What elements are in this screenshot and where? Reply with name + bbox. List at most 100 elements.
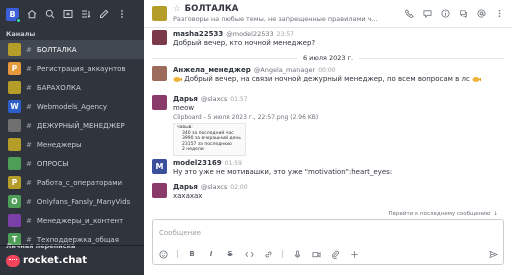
avatar[interactable] (152, 95, 167, 110)
message-composer: B I S (152, 219, 504, 265)
date-separator: 6 июля 2023 г. (152, 53, 504, 63)
kebab-menu-icon[interactable] (116, 9, 127, 20)
avatar[interactable] (152, 66, 167, 81)
create-new-icon[interactable] (349, 249, 359, 259)
sidebar-channel-item[interactable]: # ОПРОСЫ (0, 154, 144, 173)
sidebar-channel-item[interactable]: # Менеджеры_и_контент (0, 211, 144, 230)
message: Дарья @slaxcs 02:00 хахахах (152, 183, 504, 200)
microphone-icon[interactable] (292, 249, 302, 259)
message-text: Добрый вечер, кто ночной менеджер? (173, 39, 316, 47)
user-avatar[interactable]: B (6, 7, 21, 23)
sidebar-channel-item[interactable]: # БОЛТАЛКА (0, 40, 144, 59)
date-separator-label: 6 июля 2023 г. (302, 54, 354, 62)
message-text: хахахах (173, 192, 203, 200)
hash-icon: # (26, 140, 32, 149)
message-list[interactable]: masha22533 @model22533 23:57 Добрый вечер,… (144, 28, 512, 218)
at-mentions-icon[interactable] (476, 9, 486, 19)
message-input[interactable] (153, 220, 503, 246)
hash-icon: # (26, 197, 32, 206)
directory-icon[interactable] (62, 9, 73, 20)
sidebar-channel-label: ДЕЖУРНЫЙ_МЕНЕДЖЕР (36, 121, 125, 130)
video-icon[interactable] (311, 249, 321, 259)
avatar[interactable] (152, 183, 167, 198)
message: Анжела_менеджер @Angela_manager 00:00 Добр… (152, 66, 504, 83)
sidebar-channel-item[interactable]: # ДЕЖУРНЫЙ_МЕНЕДЖЕР (0, 116, 144, 135)
sidebar-channel-item[interactable]: W # Webmodels_Agency (0, 97, 144, 116)
call-icon[interactable] (404, 9, 414, 19)
sidebar-channel-item[interactable]: # Менеджеры (0, 135, 144, 154)
attachment-meta[interactable]: Clipboard - 5 июля 2023 г., 22:57.png (2… (173, 114, 504, 121)
hash-icon: # (26, 64, 32, 73)
hash-icon: # (26, 159, 32, 168)
sidebar-channel-item[interactable]: O # Onlyfans_Fansly_ManyVids (0, 192, 144, 211)
sidebar-channel-label: ОПРОСЫ (36, 159, 69, 168)
attachment-text-line: 2 недели (182, 147, 204, 152)
sidebar-channel-label: БАРАХОЛКА (36, 83, 81, 92)
sidebar-channel-item[interactable]: P # Работа_с_операторами (0, 173, 144, 192)
message-time: 01:57 (230, 96, 248, 103)
attachment-image[interactable]: чавыв: 340 за последний час 3990 за вчераш… (173, 123, 246, 156)
avatar[interactable]: M (152, 159, 167, 174)
channels-section-label: Каналы (6, 30, 36, 38)
status-online-dot (16, 17, 21, 23)
message-time: 00:00 (318, 67, 336, 74)
jump-to-recent[interactable]: Перейти к последнему сообщению ↓ (144, 209, 512, 219)
message-author[interactable]: model23169 (173, 159, 222, 167)
message: masha22533 @model22533 23:57 Добрый вечер,… (152, 30, 504, 47)
room-info: ☆ БОЛТАЛКА Разговоры на любые темы, не з… (173, 4, 398, 23)
strikethrough-icon[interactable]: S (225, 249, 235, 259)
hash-icon: # (26, 83, 32, 92)
arrow-down-icon: ↓ (493, 211, 498, 217)
avatar[interactable] (152, 30, 167, 45)
fish-emoji-icon (472, 76, 482, 82)
sidebar-channel-item[interactable]: P # Регистрация_аккаунтов (0, 59, 144, 78)
room-info-icon[interactable] (440, 9, 450, 19)
fish-emoji-icon (173, 76, 182, 82)
search-icon[interactable] (44, 9, 55, 20)
threads-icon[interactable] (422, 9, 432, 19)
message-text: Ну это уже не мотивашки, это уже "motiva… (173, 168, 393, 176)
attachment-text-line: 3990 за вчерашний день (182, 136, 241, 141)
discussion-icon[interactable] (458, 9, 468, 19)
bold-icon[interactable]: B (187, 249, 197, 259)
jump-to-recent-label: Перейти к последнему сообщению (388, 211, 491, 217)
sidebar-channel-label: Менеджеры_и_контент (36, 216, 124, 225)
link-icon[interactable] (263, 249, 273, 259)
attachment-icon[interactable] (330, 249, 340, 259)
italic-icon[interactable]: I (206, 249, 216, 259)
home-icon[interactable] (26, 9, 37, 20)
room-avatar[interactable] (152, 6, 167, 21)
message-username: @model22533 (226, 30, 274, 38)
channel-list: # БОЛТАЛКА P # Регистрация_аккаунтов # БАРАХОЛ… (0, 40, 144, 249)
room-topic: Разговоры на любые темы, не запрещенные … (173, 15, 378, 23)
rocketchat-logo-icon (6, 254, 20, 267)
message-time: 02:00 (230, 184, 248, 191)
avatar-letter: M (155, 162, 164, 171)
star-icon[interactable]: ☆ (173, 4, 181, 14)
room-header: ☆ БОЛТАЛКА Разговоры на любые темы, не з… (144, 0, 512, 28)
sidebar-channel-item[interactable]: # БАРАХОЛКА (0, 78, 144, 97)
room-title: БОЛТАЛКА (184, 4, 239, 14)
sort-icon[interactable] (80, 9, 91, 20)
emoji-icon[interactable] (158, 249, 168, 259)
hash-icon: # (26, 216, 32, 225)
channel-avatar: O (8, 195, 21, 208)
sidebar-channel-label: Onlyfans_Fansly_ManyVids (36, 197, 131, 206)
create-new-icon[interactable] (98, 9, 109, 20)
code-icon[interactable] (244, 249, 254, 259)
channel-avatar (8, 214, 21, 227)
channel-avatar: P (8, 62, 21, 75)
hash-icon: # (26, 102, 32, 111)
channel-avatar (8, 157, 21, 170)
message-author[interactable]: Дарья (173, 183, 198, 191)
send-icon[interactable] (488, 249, 498, 259)
channel-avatar: P (8, 176, 21, 189)
kebab-menu-icon[interactable] (494, 9, 504, 19)
toolbar-divider (177, 250, 178, 258)
message-author[interactable]: masha22533 (173, 30, 223, 38)
message-username: @slaxcs (200, 95, 228, 103)
message-author[interactable]: Дарья (173, 95, 198, 103)
channel-avatar (8, 43, 21, 56)
channel-avatar (8, 119, 21, 132)
message-author[interactable]: Анжела_менеджер (173, 66, 251, 74)
